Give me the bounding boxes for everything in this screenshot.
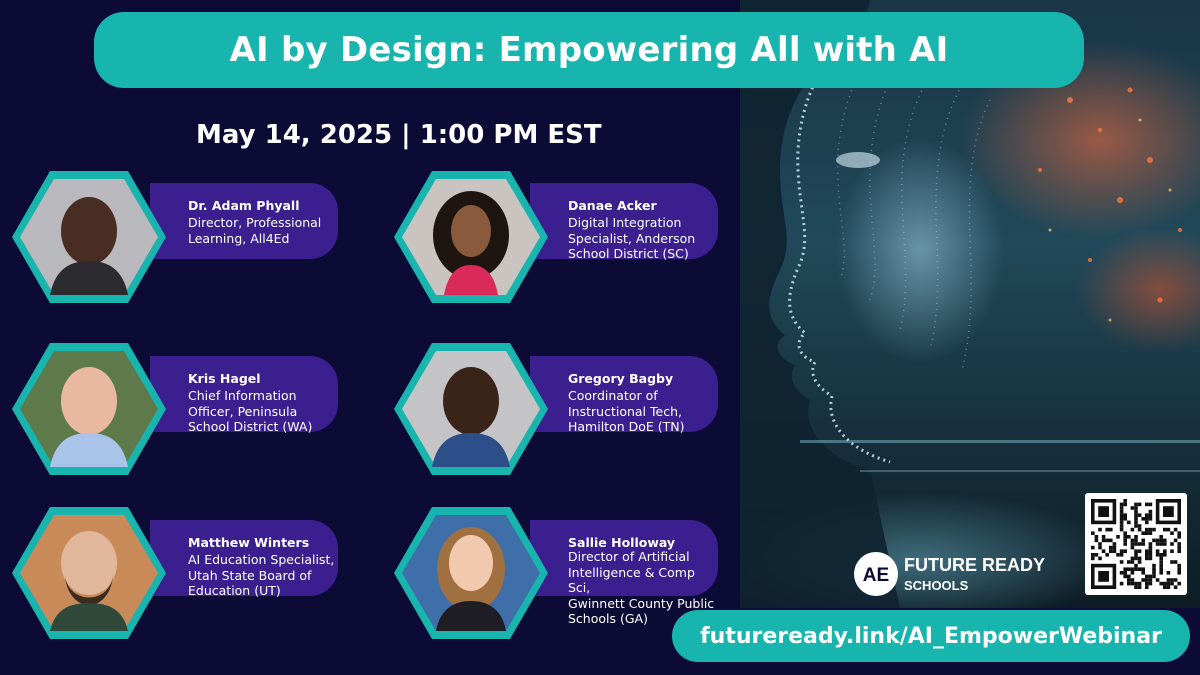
future-ready-schools-logo: AE FUTURE READY SCHOOLS (854, 552, 1045, 596)
webinar-banner: AI by Design: Empowering All with AI May… (0, 0, 1200, 675)
speaker-role: Director, Professional Learning, All4Ed (188, 215, 322, 246)
speaker-name: Danae Acker (568, 198, 657, 213)
speaker-card-hagel: Kris Hagel Chief Information Officer, Pe… (150, 356, 338, 434)
speaker-photo-acker (394, 171, 548, 303)
speaker-card-phyall: Dr. Adam Phyall Director, Professional L… (150, 183, 338, 259)
title-banner: AI by Design: Empowering All with AI (94, 12, 1084, 88)
qr-code-icon (1091, 499, 1181, 589)
speaker-role: AI Education Specialist, Utah State Boar… (188, 552, 335, 598)
speaker-role: Digital Integration Specialist, Anderson… (568, 215, 696, 261)
speaker-name: Dr. Adam Phyall (188, 198, 300, 213)
speaker-card-winters: Matthew Winters AI Education Specialist,… (150, 520, 338, 598)
webinar-url-link[interactable]: futureready.link/AI_EmpowerWebinar (700, 624, 1162, 649)
speaker-name: Matthew Winters (188, 535, 310, 550)
speaker-card-bagby: Gregory Bagby Coordinator of Instruction… (530, 356, 718, 434)
speaker-name: Kris Hagel (188, 371, 261, 386)
speaker-card-holloway: Sallie Holloway Director of Artificial I… (530, 520, 718, 626)
logo-line1: FUTURE READY (904, 555, 1045, 575)
speaker-role: Chief Information Officer, Peninsula Sch… (188, 388, 313, 434)
speaker-photo-winters (12, 507, 166, 639)
url-banner[interactable]: futureready.link/AI_EmpowerWebinar (672, 610, 1190, 662)
logo-mark: AE (863, 565, 889, 586)
speaker-photo-bagby (394, 343, 548, 475)
speaker-name: Gregory Bagby (568, 371, 674, 386)
qr-code (1085, 493, 1187, 595)
speaker-photo-phyall (12, 171, 166, 303)
speaker-name: Sallie Holloway (568, 535, 676, 550)
speaker-photo-holloway (394, 507, 548, 639)
speaker-photo-hagel (12, 343, 166, 475)
webinar-title: AI by Design: Empowering All with AI (229, 30, 949, 70)
speaker-card-acker: Danae Acker Digital Integration Speciali… (530, 183, 718, 261)
date-time: May 14, 2025 | 1:00 PM EST (196, 120, 602, 150)
logo-line2: SCHOOLS (904, 578, 969, 593)
speaker-role: Coordinator of Instructional Tech, Hamil… (568, 388, 685, 434)
